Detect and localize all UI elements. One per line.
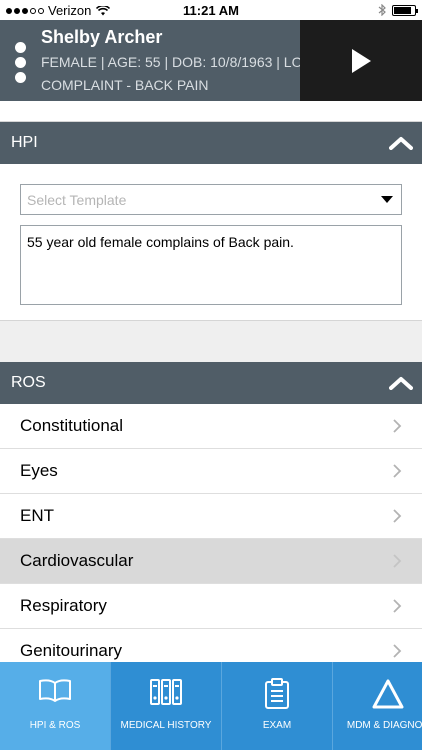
dropdown-caret-icon (381, 196, 393, 203)
chevron-right-icon (393, 419, 402, 433)
tab-label: MEDICAL HISTORY (120, 720, 212, 731)
ros-item-label: Respiratory (20, 596, 107, 615)
delta-icon (372, 679, 404, 709)
tab-mdm-diagnosis[interactable]: MDM & DIAGNOS (333, 662, 422, 750)
status-time: 11:21 AM (183, 3, 239, 18)
chevron-right-icon (393, 644, 402, 658)
tab-label: EXAM (262, 720, 292, 731)
bottom-tab-bar: HPI & ROS MEDICAL HISTORY EXAM MDM & DIA… (0, 662, 422, 750)
bluetooth-icon (378, 4, 386, 16)
patient-complaint: COMPLAINT - BACK PAIN (41, 77, 209, 93)
template-placeholder: Select Template (27, 191, 127, 208)
ros-item-label: ENT (20, 506, 54, 525)
tab-label: MDM & DIAGNOS (346, 720, 422, 731)
chevron-up-icon[interactable] (389, 376, 413, 390)
template-select[interactable]: Select Template (20, 184, 402, 215)
play-icon (352, 48, 371, 73)
patient-name: Shelby Archer (41, 27, 163, 47)
play-button[interactable] (300, 20, 422, 101)
tab-label: HPI & ROS (29, 720, 81, 731)
ros-item-label: Eyes (20, 461, 58, 480)
ros-item-cardiovascular[interactable]: Cardiovascular (0, 539, 422, 584)
binders-icon (150, 679, 182, 705)
status-right (378, 4, 418, 16)
ros-item-label: Cardiovascular (20, 551, 134, 570)
ros-item-label: Constitutional (20, 416, 124, 435)
ros-item-respiratory[interactable]: Respiratory (0, 584, 422, 629)
ros-item-label: Genitourinary (20, 641, 123, 660)
ros-list: Constitutional Eyes ENT Cardiovascular R… (0, 404, 422, 662)
section-gap (0, 321, 422, 362)
book-icon (39, 679, 71, 702)
top-spacer (0, 101, 422, 122)
patient-header: Shelby Archer FEMALE | AGE: 55 | DOB: 10… (0, 20, 422, 101)
more-menu-icon[interactable] (15, 42, 26, 83)
app-screen: Verizon 11:21 AM Shelby Archer FEMALE | … (0, 0, 422, 750)
ros-item-eyes[interactable]: Eyes (0, 449, 422, 494)
chevron-up-icon[interactable] (389, 136, 413, 150)
chevron-right-icon (393, 599, 402, 613)
tab-medical-history[interactable]: MEDICAL HISTORY (111, 662, 222, 750)
hpi-body: Select Template 55 year old female compl… (0, 164, 422, 321)
chevron-right-icon (393, 554, 402, 568)
ros-title: ROS (11, 374, 46, 391)
ros-item-constitutional[interactable]: Constitutional (0, 404, 422, 449)
clipboard-icon (265, 678, 289, 709)
main-content[interactable]: HPI Select Template 55 year old female c… (0, 101, 422, 662)
tab-exam[interactable]: EXAM (222, 662, 333, 750)
hpi-textarea[interactable]: 55 year old female complains of Back pai… (20, 225, 402, 305)
hpi-section-header[interactable]: HPI (0, 122, 422, 164)
tab-hpi-ros[interactable]: HPI & ROS (0, 662, 111, 750)
chevron-right-icon (393, 464, 402, 478)
patient-info: FEMALE | AGE: 55 | DOB: 10/8/1963 | LOC (41, 54, 301, 70)
ros-item-ent[interactable]: ENT (0, 494, 422, 539)
chevron-right-icon (393, 509, 402, 523)
ros-section-header[interactable]: ROS (0, 362, 422, 404)
ros-item-genitourinary[interactable]: Genitourinary (0, 629, 422, 662)
hpi-title: HPI (11, 134, 38, 151)
status-bar: Verizon 11:21 AM (0, 0, 422, 20)
battery-icon (392, 4, 418, 16)
